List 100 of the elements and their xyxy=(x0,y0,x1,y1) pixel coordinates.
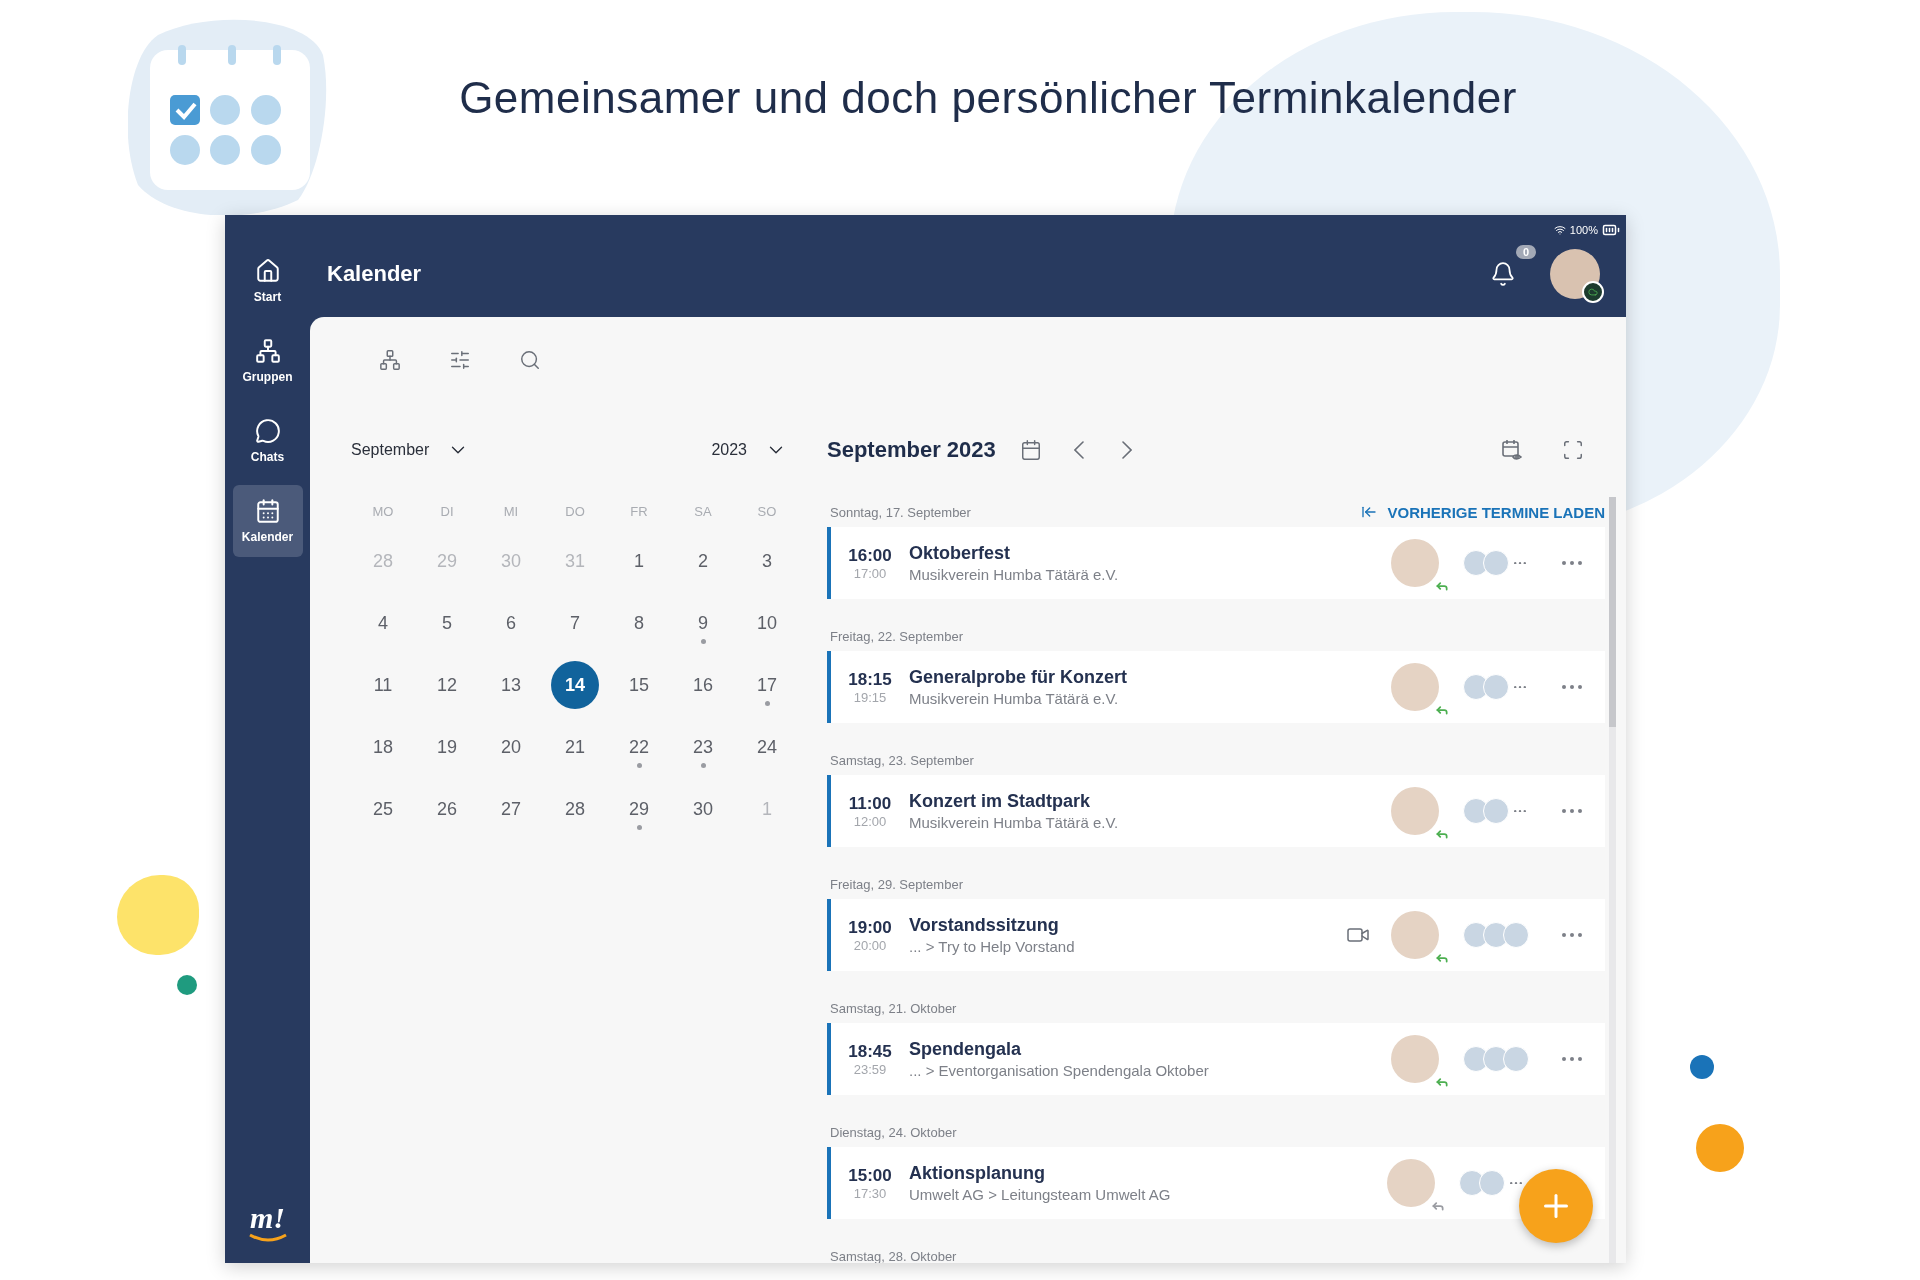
calendar-day[interactable]: 26 xyxy=(423,785,471,833)
calendar-day[interactable]: 12 xyxy=(423,661,471,709)
avatar-placeholder xyxy=(1391,787,1439,835)
end-time: 23:59 xyxy=(853,1061,887,1077)
calendar-day[interactable]: 21 xyxy=(551,723,599,771)
end-time: 12:00 xyxy=(853,813,887,829)
calendar-eye-icon xyxy=(1500,438,1524,462)
chat-bubble-icon xyxy=(254,418,281,444)
date-heading: Samstag, 23. September xyxy=(830,752,975,768)
calendar-day[interactable]: 10 xyxy=(743,599,791,647)
avatar-placeholder xyxy=(1391,663,1439,711)
calendar-day[interactable]: 23 xyxy=(679,723,727,771)
date-heading: Freitag, 29. September xyxy=(830,876,964,892)
hierarchy-icon xyxy=(254,338,281,364)
calendar-day[interactable]: 30 xyxy=(679,785,727,833)
battery-percent: 100% xyxy=(1569,224,1598,236)
start-time: 16:00 xyxy=(848,545,892,566)
event-group: ... > Try to Help Vorstand xyxy=(909,938,1333,955)
end-time: 20:00 xyxy=(853,937,887,953)
start-time: 18:45 xyxy=(848,1041,892,1062)
sidebar-item[interactable]: Kalender xyxy=(232,485,303,557)
calendar-day[interactable]: 18 xyxy=(359,723,407,771)
participant-avatar xyxy=(1503,1046,1529,1072)
calendar-day[interactable]: 5 xyxy=(423,599,471,647)
cloud-icon xyxy=(1582,281,1604,303)
calendar-day[interactable]: 19 xyxy=(423,723,471,771)
calendar-day[interactable]: 24 xyxy=(743,723,791,771)
avatar-placeholder xyxy=(1391,1035,1439,1083)
calendar-day[interactable]: 27 xyxy=(487,785,535,833)
hierarchy-icon xyxy=(379,349,401,371)
calendar-day[interactable]: 9 xyxy=(679,599,727,647)
sidebar-item[interactable]: Gruppen xyxy=(232,325,303,397)
event-card[interactable]: 15:00 17:30 Aktionsplanung Umwelt AG > Leitungsteam Umwelt AG xyxy=(827,1147,1605,1219)
month-dropdown[interactable]: September xyxy=(351,439,470,461)
event-card[interactable]: 11:00 12:00 Konzert im Stadtpark Musikverein Humba Tätärä e.V. xyxy=(827,775,1605,847)
calendar-day[interactable]: 4 xyxy=(359,599,407,647)
logo: m! xyxy=(247,1203,288,1243)
end-time: 17:00 xyxy=(853,565,887,581)
calendar-day[interactable]: 28 xyxy=(551,785,599,833)
home-icon xyxy=(254,258,281,284)
event-card[interactable]: 19:00 20:00 Vorstandssitzung ... > Try to Help Vorstand xyxy=(827,899,1605,971)
calendar-day[interactable]: 17 xyxy=(743,661,791,709)
event-group: Musikverein Humba Tätärä e.V. xyxy=(909,814,1333,831)
calendar-icon xyxy=(1019,439,1042,461)
weekday-label: DI xyxy=(439,503,455,519)
ellipsis-icon xyxy=(1562,1057,1582,1061)
participant-avatar xyxy=(1479,1170,1505,1196)
load-previous-link[interactable]: VORHERIGE TERMINE LADEN xyxy=(1361,503,1605,521)
event-card[interactable]: 18:15 19:15 Generalprobe für Konzert Musikverein Humba Tätärä e.V. xyxy=(827,651,1605,723)
calendar-day[interactable]: 13 xyxy=(487,661,535,709)
calendar-day[interactable]: 20 xyxy=(487,723,535,771)
start-time: 15:00 xyxy=(848,1165,892,1186)
next-button[interactable] xyxy=(1119,439,1134,461)
event-group: Umwelt AG > Leitungsteam Umwelt AG xyxy=(909,1186,1329,1203)
previous-button[interactable] xyxy=(1071,439,1086,461)
sidebar-item[interactable]: Start xyxy=(232,245,303,317)
calendar-day[interactable]: 25 xyxy=(359,785,407,833)
event-title: Oktoberfest xyxy=(909,543,1012,564)
fullscreen-icon xyxy=(1562,439,1584,461)
start-time: 11:00 xyxy=(848,793,892,814)
calendar-day[interactable]: 1 xyxy=(615,537,663,585)
date-heading: Freitag, 22. September xyxy=(830,628,964,644)
hierarchy-button[interactable] xyxy=(377,347,403,373)
sliders-icon xyxy=(449,349,471,371)
calendar-icon xyxy=(254,498,281,524)
calendar-day[interactable]: 15 xyxy=(615,661,663,709)
calendar-day[interactable]: 11 xyxy=(359,661,407,709)
page-title: Kalender xyxy=(327,261,423,287)
participant-avatar xyxy=(1503,922,1529,948)
arrow-to-line-icon xyxy=(1361,504,1378,520)
event-group: ... > Eventorganisation Spendengala Oktober xyxy=(909,1062,1333,1079)
weekday-label: MO xyxy=(371,503,395,519)
scrollbar[interactable] xyxy=(1609,497,1616,1263)
wifi-icon xyxy=(1553,224,1566,236)
calendar-day[interactable]: 2 xyxy=(679,537,727,585)
avatar-placeholder xyxy=(1387,1159,1435,1207)
event-group: Musikverein Humba Tätärä e.V. xyxy=(909,566,1333,583)
calendar-day[interactable]: 6 xyxy=(487,599,535,647)
participant-avatar xyxy=(1483,674,1509,700)
event-card[interactable]: 18:45 23:59 Spendengala ... > Eventorganisation Spendengala Oktober xyxy=(827,1023,1605,1095)
ellipsis-icon xyxy=(1562,561,1582,565)
event-card[interactable]: 16:00 17:00 Oktoberfest Musikverein Humba Tätärä e.V. xyxy=(827,527,1605,599)
calendar-day[interactable]: 22 xyxy=(615,723,663,771)
weekday-label: FR xyxy=(629,503,649,519)
weekday-label: SA xyxy=(693,503,713,519)
avatar-placeholder xyxy=(1391,911,1439,959)
calendar-day[interactable]: 14 xyxy=(551,661,599,709)
calendar-day[interactable]: 7 xyxy=(551,599,599,647)
weekday-label: SO xyxy=(756,503,778,519)
start-time: 19:00 xyxy=(848,917,892,938)
sidebar-item[interactable]: Chats xyxy=(232,405,303,477)
year-dropdown[interactable]: 2023 xyxy=(711,439,787,461)
agenda-title: September 2023 xyxy=(827,437,996,463)
headline: Gemeinsamer und doch persönlicher Terminkalender xyxy=(458,72,1517,124)
ellipsis-icon xyxy=(1562,809,1582,813)
calendar-day[interactable]: 16 xyxy=(679,661,727,709)
event-group: Musikverein Humba Tätärä e.V. xyxy=(909,690,1333,707)
calendar-day[interactable]: 29 xyxy=(615,785,663,833)
calendar-day[interactable]: 3 xyxy=(743,537,791,585)
calendar-day[interactable]: 8 xyxy=(615,599,663,647)
